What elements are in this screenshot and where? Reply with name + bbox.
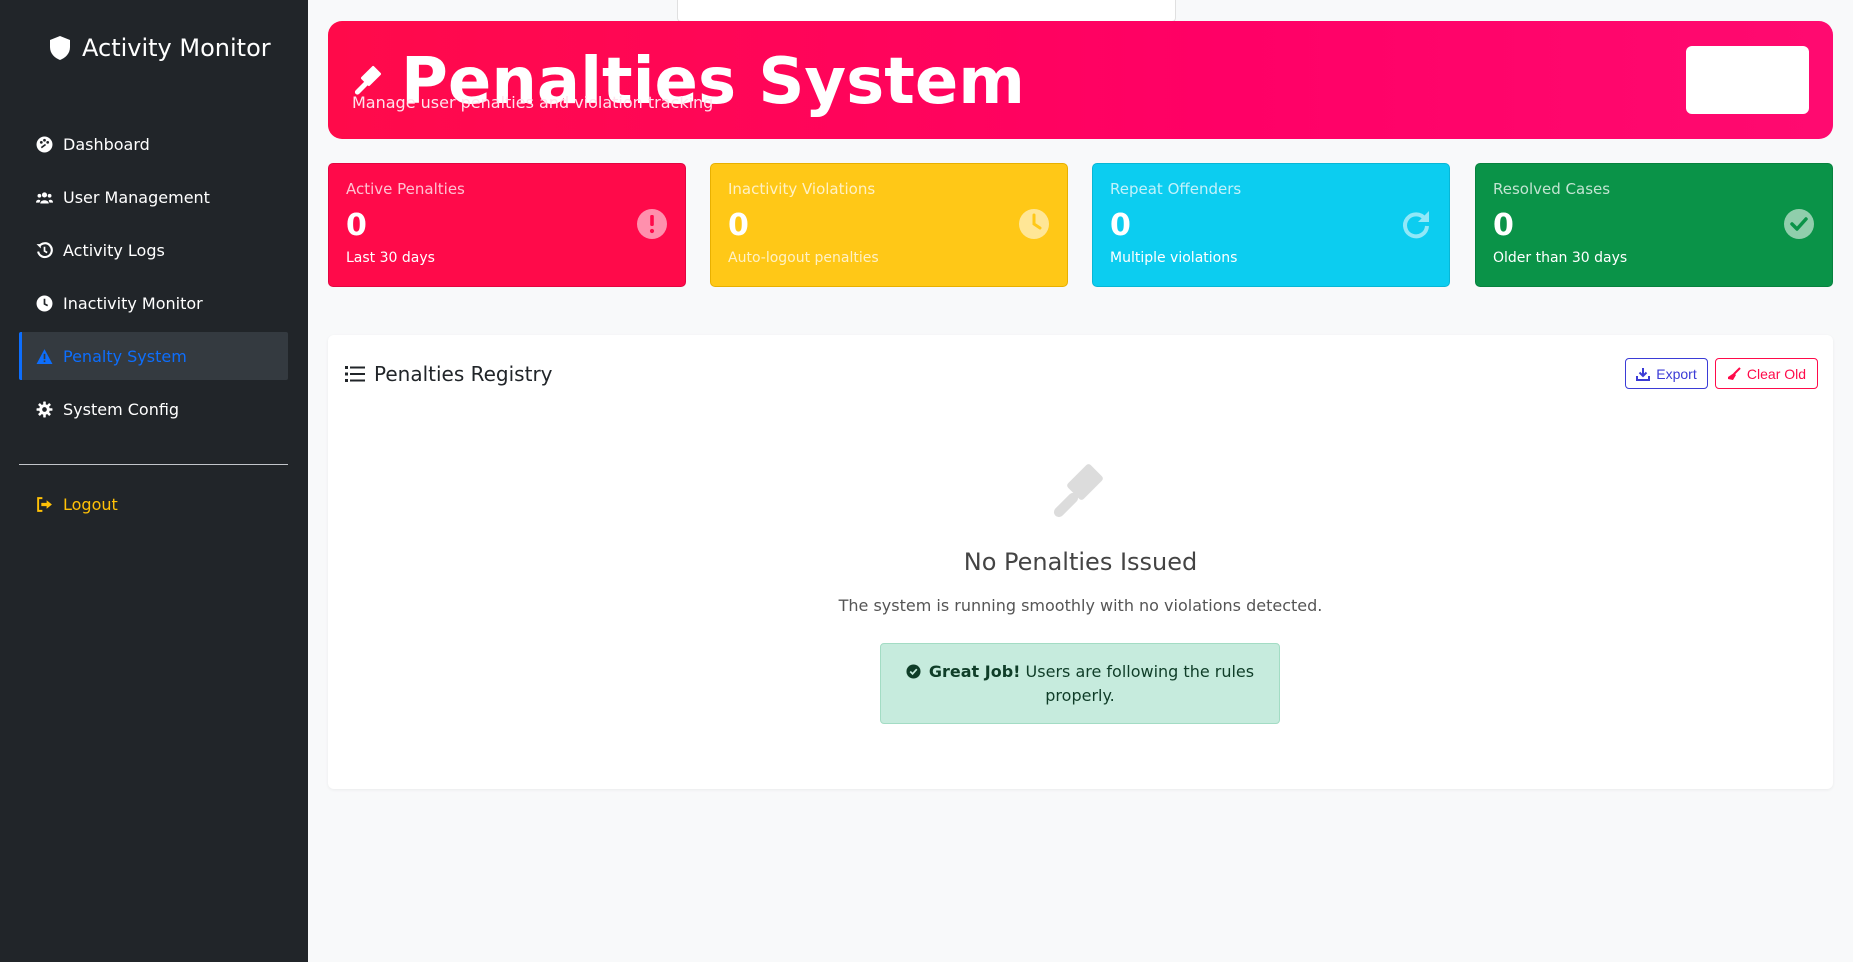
panel-header: Penalties Registry (345, 362, 553, 386)
stat-card-repeat-offenders: Repeat Offenders 0 Multiple violations (1092, 163, 1450, 287)
penalties-registry-panel: Penalties Registry Export Clear Old No P… (328, 335, 1833, 789)
clock-icon (1019, 209, 1049, 239)
gear-icon (36, 401, 53, 417)
broom-icon (1727, 366, 1741, 380)
sidebar-item-activity-logs[interactable]: Activity Logs (19, 226, 288, 274)
exclamation-circle-icon (637, 209, 667, 239)
sidebar-item-dashboard[interactable]: Dashboard (19, 120, 288, 168)
sidebar-item-system-config[interactable]: System Config (19, 385, 288, 433)
success-alert: Great Job! Users are following the rules… (880, 643, 1280, 724)
sidebar-divider (19, 464, 288, 465)
stat-label: Resolved Cases (1493, 180, 1611, 198)
sidebar-item-label: System Config (63, 399, 180, 419)
export-label: Export (1656, 365, 1697, 382)
stat-card-active-penalties: Active Penalties 0 Last 30 days (328, 163, 686, 287)
sign-out-icon (37, 496, 52, 512)
brand-title: Activity Monitor (82, 34, 271, 62)
history-icon (36, 241, 53, 258)
stat-sub: Multiple violations (1110, 250, 1238, 266)
top-dropdown-strip (677, 0, 1176, 22)
stat-card-resolved-cases: Resolved Cases 0 Older than 30 days (1475, 163, 1833, 287)
logout-link[interactable]: Logout (19, 480, 288, 528)
sidebar-item-label: User Management (63, 187, 210, 207)
warning-icon (36, 348, 53, 364)
palette-icon (36, 136, 53, 152)
shield-icon (50, 36, 70, 60)
stat-label: Active Penalties (346, 180, 465, 198)
clock-icon (36, 295, 53, 311)
download-icon (1636, 367, 1651, 381)
stat-sub: Last 30 days (346, 250, 435, 266)
page-header: Penalties System Manage user penalties a… (328, 21, 1833, 139)
sidebar-item-label: Activity Logs (63, 240, 165, 260)
users-icon (36, 191, 53, 203)
check-circle-icon (1784, 209, 1814, 239)
sidebar-nav: Dashboard User Management Activity Logs … (19, 120, 288, 438)
sidebar-item-penalty-system[interactable]: Penalty System (19, 332, 288, 380)
stat-label: Repeat Offenders (1110, 180, 1242, 198)
gavel-icon (1053, 464, 1103, 518)
alert-text: Users are following the rules properly. (1020, 662, 1255, 705)
sidebar-item-label: Penalty System (63, 346, 187, 366)
check-circle-icon (906, 664, 921, 679)
stat-value: 0 (728, 208, 749, 243)
sidebar-item-inactivity-monitor[interactable]: Inactivity Monitor (19, 279, 288, 327)
stat-label: Inactivity Violations (728, 180, 876, 198)
page-subtitle: Manage user penalties and violation trac… (352, 93, 714, 112)
sidebar-item-label: Inactivity Monitor (63, 293, 203, 313)
stat-value: 0 (346, 208, 367, 243)
stat-value: 0 (1110, 208, 1131, 243)
redo-icon (1403, 211, 1429, 239)
stat-value: 0 (1493, 208, 1514, 243)
list-icon (345, 366, 365, 382)
logout-label: Logout (63, 494, 118, 514)
stat-card-inactivity-violations: Inactivity Violations 0 Auto-logout pena… (710, 163, 1068, 287)
panel-title: Penalties Registry (374, 362, 553, 386)
export-button[interactable]: Export (1625, 358, 1708, 389)
stat-sub: Auto-logout penalties (728, 250, 879, 266)
clear-old-button[interactable]: Clear Old (1715, 358, 1818, 389)
alert-strong: Great Job! (928, 662, 1021, 681)
empty-state-text: The system is running smoothly with no v… (838, 596, 1323, 615)
empty-state-title: No Penalties Issued (963, 548, 1198, 576)
sidebar-item-user-management[interactable]: User Management (19, 173, 288, 221)
sidebar: Activity Monitor Dashboard User Manageme… (0, 0, 308, 962)
sidebar-item-label: Dashboard (63, 134, 150, 154)
clear-old-label: Clear Old (1746, 365, 1807, 382)
header-action-button[interactable] (1686, 46, 1809, 114)
brand: Activity Monitor (48, 34, 271, 62)
stat-sub: Older than 30 days (1493, 250, 1628, 266)
